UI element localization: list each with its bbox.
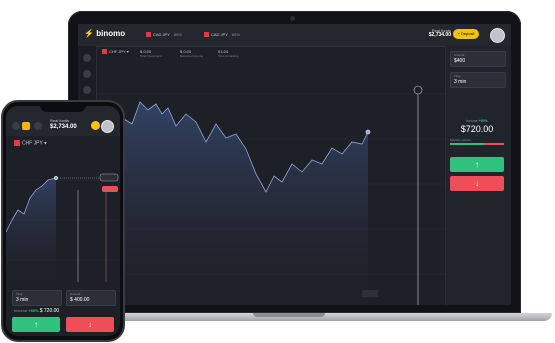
metric-investment: $ 0.00 Total investment	[140, 49, 162, 59]
amount-label: Amount	[70, 292, 81, 296]
majority-up-fill	[450, 143, 484, 145]
brand-name: binomo	[96, 29, 126, 38]
menu-icon[interactable]	[12, 122, 20, 130]
account-value: $2,734.00	[428, 32, 451, 38]
price-chart[interactable]	[96, 64, 445, 305]
time-label: Time	[16, 292, 23, 296]
tab-percent: 85%	[231, 32, 240, 37]
profit-percent: +80%	[28, 308, 39, 313]
deposit-button[interactable]: + Deposit	[453, 29, 479, 39]
account-balance[interactable]: Real funds $2,734.00	[429, 28, 451, 38]
asset-tab-2[interactable]: CAD JPY 85%	[204, 29, 240, 41]
amount-label: Amount	[454, 53, 465, 57]
phone-account-balance[interactable]: Real funds $2,734.00	[50, 118, 77, 130]
phone-sell-down-button[interactable]: ↓	[66, 317, 114, 332]
phone-profit: Income +80% $ 720.00	[14, 308, 114, 314]
phone-price-area	[6, 178, 56, 282]
brand-icon	[22, 122, 30, 130]
tab-label: CAD JPY	[211, 32, 228, 37]
phone-price-chart[interactable]	[6, 150, 120, 282]
deadline-marker-1	[413, 85, 423, 95]
asset-name: CHF JPY	[109, 49, 126, 54]
swap-icon[interactable]	[34, 122, 42, 130]
time-field[interactable]: Time 3 min	[450, 72, 506, 88]
profit-label-text: Income	[466, 119, 478, 123]
profit-value: $720.00	[460, 124, 494, 134]
laptop-screen: ⚡ binomo CAD JPY 85% CAD JPY 85% Real fund…	[78, 24, 511, 305]
arrow-down-icon: ↓	[88, 320, 92, 329]
profit-percent: +80%	[478, 119, 488, 123]
sidebar-icon-history[interactable]	[83, 70, 91, 78]
avatar[interactable]	[490, 28, 505, 43]
flag-icon	[102, 49, 107, 55]
phone-asset-selector[interactable]: CHF JPY ▾	[14, 140, 47, 146]
profit-label: Income +80%	[450, 119, 504, 123]
phone-deadline-tag	[102, 186, 118, 192]
time-value: 3 min	[16, 297, 29, 303]
asset-name: CHF JPY	[22, 140, 43, 147]
flag-icon	[204, 32, 209, 38]
sell-down-button[interactable]: ↓	[450, 176, 504, 191]
buy-up-button[interactable]: ↑	[450, 157, 504, 172]
phone-amount-field[interactable]: Amount $ 400.00	[66, 290, 116, 306]
metric-income: $ 0.00 Expected income	[180, 49, 203, 59]
sidebar-icon-trade[interactable]	[83, 54, 91, 62]
phone-buy-up-button[interactable]: ↑	[12, 317, 60, 332]
brand-logo: ⚡ binomo	[84, 29, 126, 38]
metric-time: 01:24 Time remaining	[218, 49, 239, 59]
camera-dot	[290, 16, 295, 21]
asset-selector[interactable]: CHF JPY ▾	[102, 49, 129, 55]
metric-label: Time remaining	[218, 54, 239, 58]
metric-label: Total investment	[140, 54, 162, 58]
arrow-up-icon: ↑	[475, 160, 479, 169]
account-value: $2,734.00	[50, 124, 77, 130]
profit-value: $ 720.00	[39, 308, 60, 314]
trade-panel: Amount $400 Time 3 min Income +80% $720.00…	[445, 46, 511, 305]
phone-notch	[40, 104, 86, 112]
arrow-down-icon: ↓	[475, 179, 479, 188]
current-price-dot	[365, 129, 371, 135]
majority-opinion-bar	[450, 143, 504, 145]
amount-value: $400	[454, 58, 466, 64]
avatar[interactable]	[101, 120, 114, 133]
flag-icon	[146, 32, 151, 38]
flag-icon	[14, 140, 20, 146]
phone-time-field[interactable]: Time 3 min	[12, 290, 62, 306]
arrow-up-icon: ↑	[34, 320, 38, 329]
laptop-notch	[253, 313, 325, 317]
amount-field[interactable]: Amount $400	[450, 51, 506, 67]
majority-label: Majority opinion	[450, 138, 472, 142]
time-value: 3 min	[454, 79, 467, 85]
phone-deposit-button[interactable]	[91, 121, 100, 130]
metric-label: Expected income	[180, 54, 204, 58]
price-area	[96, 102, 368, 305]
zoom-control	[362, 290, 378, 297]
profit-label-text: Income	[14, 308, 28, 313]
tab-label: CAD JPY	[153, 32, 170, 37]
tab-percent: 85%	[173, 32, 182, 37]
trophy-icon[interactable]	[83, 86, 91, 94]
phone-price-tag	[99, 173, 119, 182]
time-label: Time	[454, 74, 461, 78]
phone-screen: Real funds $2,734.00 CHF JPY ▾ Time 3 min …	[6, 106, 120, 336]
top-bar: ⚡ binomo CAD JPY 85% CAD JPY 85% Real fund…	[78, 24, 511, 47]
amount-value: $ 400.00	[70, 297, 90, 303]
asset-tab-1[interactable]: CAD JPY 85%	[146, 29, 182, 41]
